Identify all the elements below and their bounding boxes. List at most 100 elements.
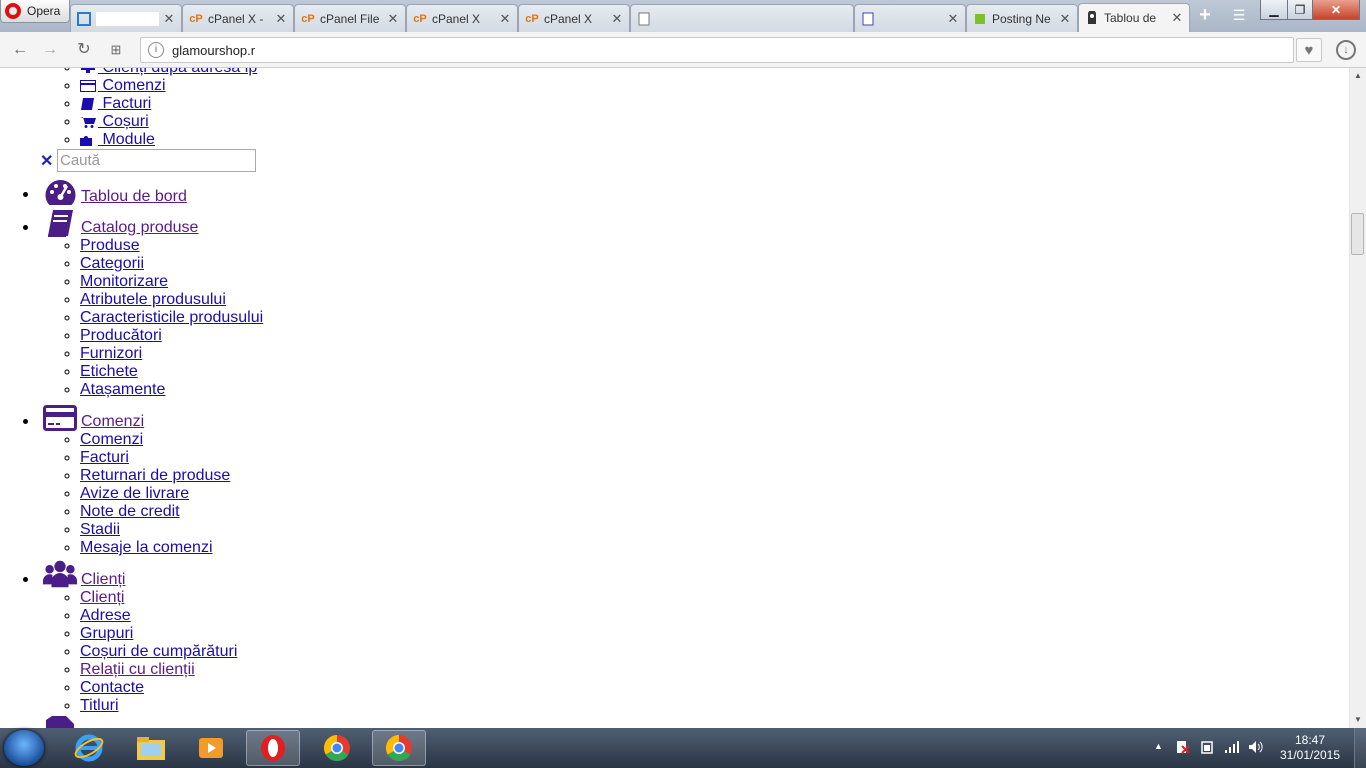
- section-link[interactable]: Comenzi: [81, 413, 144, 431]
- internet-explorer-icon[interactable]: [62, 730, 116, 766]
- address-bar[interactable]: i glamourshop.r: [140, 37, 1294, 63]
- submenu-link[interactable]: Contacte: [80, 679, 144, 696]
- new-tab-button[interactable]: +: [1194, 5, 1216, 26]
- submenu-link[interactable]: Mesaje la comenzi: [80, 539, 213, 556]
- download-icon[interactable]: ↓: [1336, 40, 1356, 60]
- action-center-icon[interactable]: [1176, 740, 1190, 757]
- submenu-link[interactable]: Coșuri: [80, 113, 149, 130]
- list-item: Facturi: [80, 449, 230, 467]
- submenu-link[interactable]: Grupuri: [80, 625, 133, 642]
- site-info-icon[interactable]: i: [148, 42, 164, 58]
- volume-icon[interactable]: [1248, 740, 1264, 757]
- show-desktop-button[interactable]: [1354, 728, 1366, 768]
- submenu-link[interactable]: Comenzi: [80, 77, 166, 94]
- orders-submenu: Comenzi Facturi Returnari de produse Avi…: [0, 431, 230, 557]
- clear-search-icon[interactable]: ✕: [40, 151, 57, 171]
- tab-close-icon[interactable]: ✕: [163, 11, 175, 27]
- submenu-link[interactable]: Comenzi: [80, 431, 143, 448]
- close-window-button[interactable]: ✕: [1312, 0, 1360, 20]
- book-icon: [81, 97, 94, 110]
- submenu-link[interactable]: Module: [80, 131, 155, 148]
- tab-close-icon[interactable]: ✕: [947, 11, 959, 27]
- submenu-link[interactable]: Coșuri de cumpărături: [80, 643, 237, 660]
- section-link[interactable]: Clienți: [81, 571, 125, 589]
- tab-close-icon[interactable]: ✕: [275, 11, 287, 27]
- tab-1[interactable]: e-commerce ✕: [70, 4, 182, 32]
- submenu-link[interactable]: Categorii: [80, 255, 144, 272]
- cpanel-icon: cP: [525, 12, 539, 25]
- section-header[interactable]: Comenzi: [43, 401, 144, 431]
- bullet: [23, 192, 28, 197]
- media-player-icon[interactable]: [184, 730, 238, 766]
- submenu-link[interactable]: Relații cu clienții: [80, 661, 195, 678]
- tab-3[interactable]: cP cPanel File ✕: [294, 4, 406, 32]
- submenu-link[interactable]: Atașamente: [80, 381, 165, 398]
- scrollbar-thumb[interactable]: [1351, 213, 1364, 255]
- start-button[interactable]: [4, 730, 44, 766]
- submenu-link[interactable]: Facturi: [80, 95, 151, 112]
- tab-active[interactable]: Tablou de ✕: [1078, 3, 1190, 32]
- file-explorer-icon[interactable]: [124, 730, 178, 766]
- submenu-link[interactable]: Adrese: [80, 607, 131, 624]
- section-header[interactable]: Tablou de bord: [43, 176, 187, 206]
- forward-arrow-icon[interactable]: →: [40, 40, 60, 60]
- tab-4[interactable]: cP cPanel X ✕: [406, 4, 518, 32]
- speed-dial-icon[interactable]: ⊞: [106, 40, 126, 60]
- credit-card-icon: [43, 401, 77, 431]
- page-icon: [861, 12, 875, 26]
- list-item: Categorii: [80, 255, 263, 273]
- tab-7[interactable]: ✕: [854, 4, 966, 32]
- submenu-link[interactable]: Clienți după adresa ip: [80, 68, 257, 76]
- network-signal-icon[interactable]: [1224, 740, 1240, 757]
- submenu-link[interactable]: Atributele produsului: [80, 291, 226, 308]
- submenu-link[interactable]: Note de credit: [80, 503, 180, 520]
- submenu-link[interactable]: Stadii: [80, 521, 120, 538]
- back-arrow-icon[interactable]: ←: [10, 40, 30, 60]
- tab-menu-icon[interactable]: ☰: [1228, 7, 1250, 25]
- battery-icon[interactable]: [1200, 740, 1214, 757]
- tab-close-icon[interactable]: ✕: [387, 11, 399, 27]
- opera-taskbar-icon[interactable]: [246, 730, 300, 766]
- submenu-link[interactable]: Producători: [80, 327, 162, 344]
- search-input[interactable]: [57, 149, 256, 172]
- tab-6[interactable]: [630, 4, 854, 32]
- green-square-icon: [973, 12, 987, 26]
- tab-close-icon[interactable]: ✕: [499, 11, 511, 27]
- tab-5[interactable]: cP cPanel X ✕: [518, 4, 630, 32]
- tab-close-icon[interactable]: ✕: [1171, 10, 1183, 26]
- page-scrollbar[interactable]: ▲ ▼: [1349, 68, 1366, 728]
- chrome-icon[interactable]: [310, 730, 364, 766]
- tab-2[interactable]: cP cPanel X - ✕: [182, 4, 294, 32]
- reload-icon[interactable]: ↻: [74, 40, 94, 60]
- chrome-icon[interactable]: [372, 730, 426, 766]
- maximize-button[interactable]: ❐: [1287, 0, 1313, 20]
- section-header[interactable]: Catalog produse: [43, 207, 198, 237]
- tab-close-icon[interactable]: ✕: [1059, 11, 1071, 27]
- submenu-link[interactable]: Produse: [80, 237, 140, 254]
- scroll-down-icon[interactable]: ▼: [1350, 712, 1366, 728]
- submenu-link[interactable]: Furnizori: [80, 345, 142, 362]
- tab-close-icon[interactable]: ✕: [611, 11, 623, 27]
- list-item: Facturi: [80, 95, 257, 113]
- submenu-link[interactable]: Monitorizare: [80, 273, 168, 290]
- list-item: Clienți: [80, 589, 237, 607]
- submenu-link[interactable]: Avize de livrare: [80, 485, 189, 502]
- section-link[interactable]: Catalog produse: [81, 219, 198, 237]
- section-header[interactable]: Clienți: [43, 559, 125, 589]
- opera-menu-button[interactable]: Opera: [0, 0, 70, 23]
- submenu-link[interactable]: Caracteristicile produsului: [80, 309, 263, 326]
- system-clock[interactable]: 18:47 31/01/2015: [1270, 733, 1350, 763]
- tab-8[interactable]: Posting Ne ✕: [966, 4, 1078, 32]
- submenu-link[interactable]: Facturi: [80, 449, 129, 466]
- submenu-link[interactable]: Titluri: [80, 697, 119, 714]
- scroll-up-icon[interactable]: ▲: [1350, 68, 1366, 84]
- tray-expand-icon[interactable]: ▲: [1154, 741, 1163, 751]
- minimize-button[interactable]: ▁: [1260, 0, 1288, 20]
- bookmark-heart-icon[interactable]: ♥: [1296, 38, 1322, 62]
- submenu-link[interactable]: Returnari de produse: [80, 467, 230, 484]
- cart-icon: [80, 116, 96, 128]
- submenu-link[interactable]: Etichete: [80, 363, 138, 380]
- submenu-link[interactable]: Clienți: [80, 589, 124, 606]
- opera-logo-icon: [5, 3, 21, 19]
- section-link[interactable]: Tablou de bord: [81, 188, 187, 206]
